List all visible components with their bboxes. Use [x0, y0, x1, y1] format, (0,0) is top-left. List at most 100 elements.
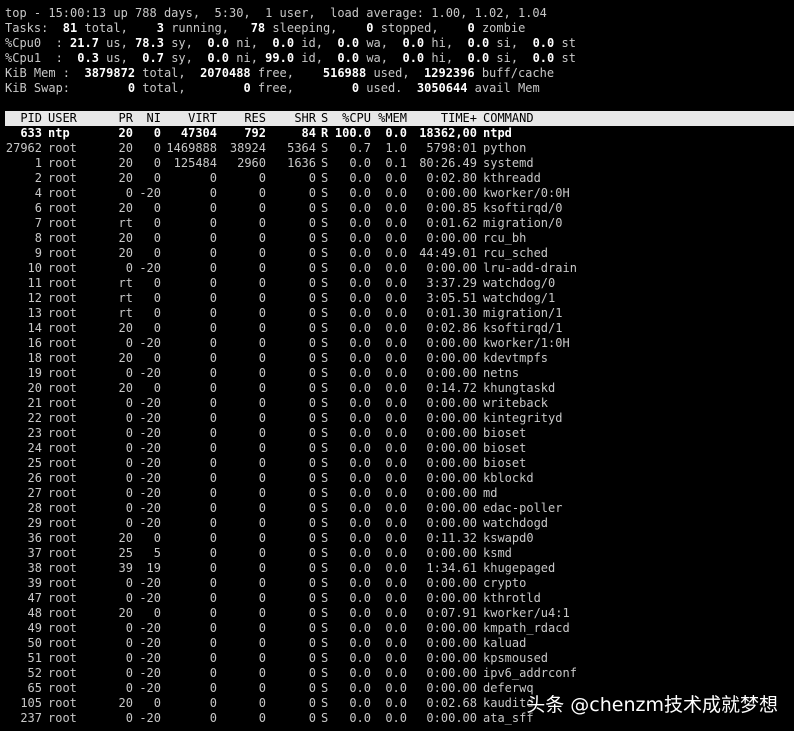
cell-state: S: [321, 351, 329, 365]
cell-pid: 6: [34, 201, 42, 215]
cell-ni: -20: [139, 441, 161, 455]
cell-ni: -20: [139, 666, 161, 680]
cell-shr: 0: [308, 636, 316, 650]
summary-text: stopped,: [373, 21, 454, 35]
cell-pr: 0: [125, 456, 133, 470]
cell-ni: -20: [139, 486, 161, 500]
cell-command: netns: [483, 366, 520, 380]
cell-time: 5798:01: [426, 141, 477, 155]
cell-mem: 0.0: [385, 561, 407, 575]
table-row: 12 root rt 0 0 0 0 S 0.0 0.0 3:05.51 watchdog/1: [0, 291, 794, 306]
header-shr: SHR: [294, 111, 316, 125]
cell-mem: 0.0: [385, 621, 407, 635]
summary-value: 99.0: [265, 51, 295, 65]
header-state: S: [321, 111, 329, 125]
cell-state: S: [321, 591, 329, 605]
cell-pr: 39: [118, 561, 133, 575]
cell-cpu: 0.0: [349, 246, 371, 260]
cell-command: ipv6_addrconf: [483, 666, 577, 680]
cell-res: 0: [258, 651, 266, 665]
cell-time: 0:00.00: [426, 456, 477, 470]
table-row: 29 root 0 -20 0 0 0 S 0.0 0.0 0:00.00 watchdogd: [0, 516, 794, 531]
terminal-window[interactable]: top - 15:00:13 up 788 days, 5:30, 1 user…: [0, 0, 794, 731]
cell-pid: 633: [20, 126, 42, 140]
summary-value: 0: [127, 81, 136, 95]
cell-time: 0:14.72: [426, 381, 477, 395]
cell-time: 0:11.32: [426, 531, 477, 545]
summary-text: %Cpu0 :: [5, 36, 71, 50]
mem-line: KiB Mem : 3879872 total, 2070488 free, 5…: [5, 66, 554, 81]
cell-cpu: 0.0: [349, 276, 371, 290]
cell-state: S: [321, 231, 329, 245]
cell-ni: -20: [139, 456, 161, 470]
cell-shr: 0: [308, 411, 316, 425]
table-row: 18 root 20 0 0 0 0 S 0.0 0.0 0:00.00 kdevtmpfs: [0, 351, 794, 366]
cell-res: 0: [258, 561, 266, 575]
cell-cpu: 0.0: [349, 306, 371, 320]
cell-pid: 13: [27, 306, 42, 320]
cell-mem: 0.0: [385, 441, 407, 455]
cell-ni: 0: [153, 216, 161, 230]
cell-pr: 0: [125, 261, 133, 275]
table-row: 38 root 39 19 0 0 0 S 0.0 0.0 1:34.61 khugepaged: [0, 561, 794, 576]
cell-cpu: 0.0: [349, 366, 371, 380]
cell-shr: 0: [308, 561, 316, 575]
cell-user: root: [48, 216, 77, 230]
cell-cpu: 0.0: [349, 201, 371, 215]
cell-state: S: [321, 396, 329, 410]
summary-value: 0: [453, 21, 475, 35]
summary-value: 0.0: [207, 51, 230, 65]
cell-virt: 0: [209, 216, 217, 230]
cell-ni: 0: [153, 141, 161, 155]
table-row: 49 root 0 -20 0 0 0 S 0.0 0.0 0:00.00 kmpath_rdacd: [0, 621, 794, 636]
cell-pr: 0: [125, 336, 133, 350]
cell-cpu: 0.0: [349, 471, 371, 485]
cell-state: S: [321, 531, 329, 545]
cell-pr: 0: [125, 636, 133, 650]
cell-user: root: [48, 576, 77, 590]
cell-cpu: 0.0: [349, 231, 371, 245]
cell-time: 0:01.62: [426, 216, 477, 230]
cell-pid: 2: [34, 171, 42, 185]
cell-ni: 0: [153, 201, 161, 215]
cell-state: S: [321, 561, 329, 575]
cell-ni: -20: [139, 576, 161, 590]
cell-command: crypto: [483, 576, 527, 590]
cell-time: 0:00.00: [426, 396, 477, 410]
cell-time: 0:00.00: [426, 621, 477, 635]
cell-time: 0:00.00: [426, 471, 477, 485]
summary-value: 0.0: [207, 36, 230, 50]
cell-ni: -20: [139, 426, 161, 440]
cell-ni: -20: [139, 681, 161, 695]
cell-user: root: [48, 336, 77, 350]
cell-pr: 20: [118, 156, 133, 170]
summary-value: 21.7: [70, 36, 99, 50]
cell-pr: rt: [118, 291, 133, 305]
cell-virt: 0: [209, 651, 217, 665]
cell-ni: 0: [153, 171, 161, 185]
cell-shr: 0: [308, 351, 316, 365]
table-row: 20 root 20 0 0 0 0 S 0.0 0.0 0:14.72 khungtaskd: [0, 381, 794, 396]
cell-user: root: [48, 246, 77, 260]
cell-mem: 0.0: [385, 351, 407, 365]
cell-user: root: [48, 681, 77, 695]
cell-pid: 237: [20, 711, 42, 725]
table-row: 27962 root 20 0 1469888 38924 5364 S 0.7 1.0 5798:…: [0, 141, 794, 156]
cell-virt: 0: [209, 666, 217, 680]
cell-time: 1:34.61: [426, 561, 477, 575]
cell-mem: 0.0: [385, 531, 407, 545]
cell-shr: 0: [308, 696, 316, 710]
cell-state: S: [321, 576, 329, 590]
cell-user: root: [48, 666, 77, 680]
cell-pid: 10: [27, 261, 42, 275]
cell-res: 0: [258, 381, 266, 395]
cell-cpu: 0.0: [349, 456, 371, 470]
summary-text: total,: [77, 21, 143, 35]
cell-pid: 23: [27, 426, 42, 440]
cell-user: root: [48, 531, 77, 545]
cell-cpu: 0.0: [349, 486, 371, 500]
cell-shr: 0: [308, 456, 316, 470]
cell-ni: -20: [139, 591, 161, 605]
cell-res: 0: [258, 321, 266, 335]
cell-pid: 22: [27, 411, 42, 425]
